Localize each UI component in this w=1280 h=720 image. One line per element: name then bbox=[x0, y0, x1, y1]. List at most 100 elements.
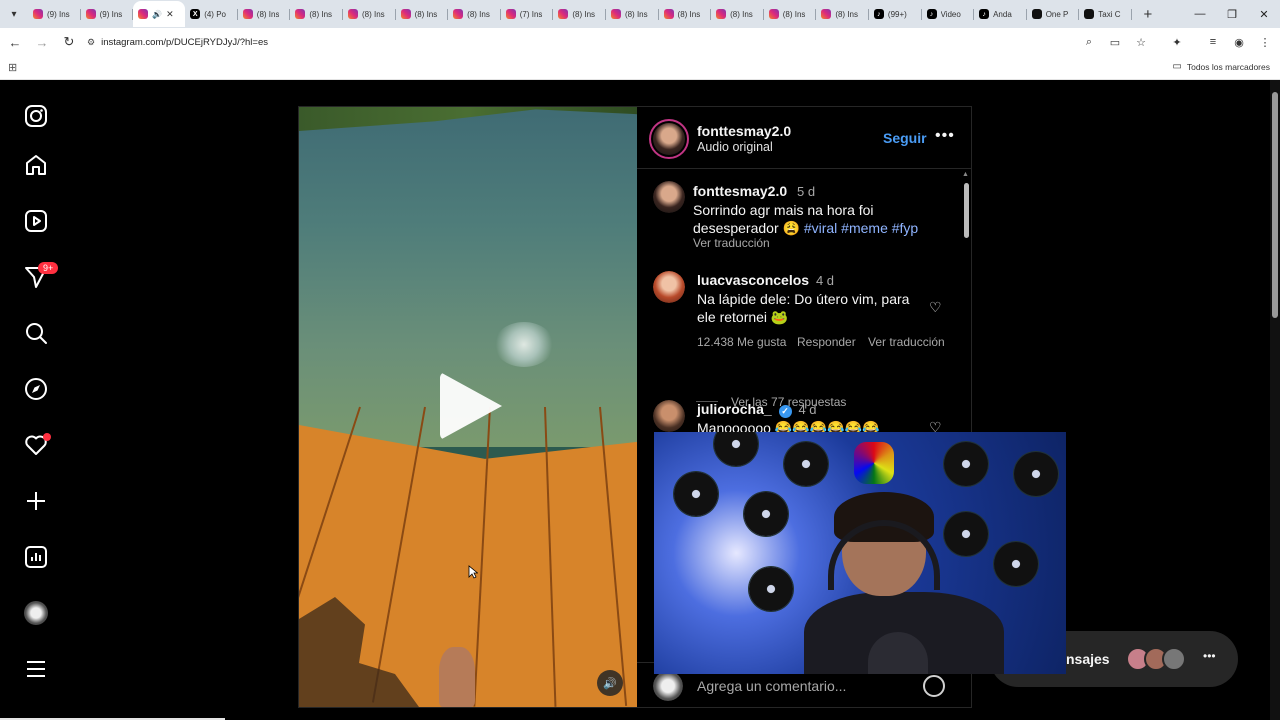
scroll-up-arrow-icon[interactable]: ▲ bbox=[962, 171, 969, 178]
browser-tab[interactable]: (8) Ins bbox=[553, 1, 606, 27]
comment-username[interactable]: juliorocha_ bbox=[697, 401, 772, 417]
volume-icon[interactable]: 🔊 bbox=[597, 670, 623, 696]
home-icon[interactable] bbox=[22, 151, 50, 179]
comment-username[interactable]: luacvasconcelos bbox=[697, 272, 809, 288]
caption-avatar[interactable] bbox=[653, 181, 685, 213]
explore-compass-icon[interactable] bbox=[22, 375, 50, 403]
back-button[interactable]: ← bbox=[3, 30, 27, 54]
browser-tab[interactable]: (8) Ins bbox=[711, 1, 764, 27]
tab-label: (8) Ins bbox=[467, 9, 490, 19]
apps-grid-icon[interactable]: ⊞ bbox=[8, 61, 17, 74]
comment-like-heart-icon[interactable]: ♡ bbox=[929, 299, 942, 316]
restore-icon[interactable]: ❐ bbox=[1216, 0, 1248, 28]
browser-tab[interactable]: (8) Ins bbox=[764, 1, 817, 27]
video-player[interactable]: 🔊 bbox=[299, 107, 637, 707]
new-tab-button[interactable]: + bbox=[1136, 6, 1160, 23]
tiktok-icon: ♪ bbox=[979, 9, 990, 19]
emoji-icon[interactable] bbox=[923, 675, 945, 697]
tab-label: Video bbox=[940, 9, 961, 19]
vinyl-disc bbox=[744, 492, 788, 536]
tab-label: (8) Ins bbox=[256, 9, 280, 19]
page-scroll-thumb[interactable] bbox=[1272, 92, 1278, 318]
tiktok-icon: ♪ bbox=[926, 9, 937, 19]
browser-tab[interactable]: (9) Ins bbox=[28, 1, 81, 27]
browser-tab[interactable]: (9) Ins bbox=[81, 1, 134, 27]
sidebar: 9+ bbox=[0, 80, 225, 720]
caption-username[interactable]: fonttesmay2.0 5 d bbox=[693, 183, 815, 199]
menu-icon[interactable]: ⋮ bbox=[1254, 31, 1276, 53]
minimize-icon[interactable]: — bbox=[1184, 0, 1216, 28]
browser-tab[interactable]: (8) Ins bbox=[396, 1, 449, 27]
create-plus-icon[interactable] bbox=[22, 487, 50, 515]
tab-label: (8) Ins bbox=[730, 9, 753, 19]
browser-tab[interactable]: (8) Ins bbox=[238, 1, 291, 27]
browser-tab[interactable]: (8) Ins bbox=[343, 1, 396, 27]
tab-search-icon[interactable]: ▾ bbox=[0, 0, 28, 28]
browser-tab[interactable]: 🔊 ✕ bbox=[133, 1, 186, 27]
more-options-icon[interactable]: ••• bbox=[935, 127, 955, 145]
url-field[interactable]: ⚙ instagram.com/p/DUCEjRYDJyJ/?hl=es bbox=[87, 31, 1078, 53]
browser-tab[interactable]: (8) Ins bbox=[659, 1, 712, 27]
tab-strip: (9) Ins (9) Ins 🔊 ✕ X (4) Po (8) Ins (8) Ins (8)… bbox=[28, 1, 1132, 27]
cast-icon[interactable]: ▭ bbox=[1104, 31, 1126, 53]
tab-label: One P bbox=[1045, 9, 1069, 19]
follow-button[interactable]: Seguir bbox=[883, 130, 927, 146]
search-icon[interactable] bbox=[22, 319, 50, 347]
audio-label[interactable]: Audio original bbox=[697, 140, 773, 154]
browser-tab[interactable]: (8) Ins bbox=[290, 1, 343, 27]
page-scrollbar[interactable] bbox=[1270, 80, 1280, 720]
vinyl-disc bbox=[994, 542, 1038, 586]
browser-tab[interactable]: (8) Ins bbox=[448, 1, 501, 27]
extensions-icon[interactable]: ✦ bbox=[1166, 31, 1188, 53]
author-avatar[interactable] bbox=[649, 119, 689, 159]
comment-reply-button[interactable]: Responder bbox=[797, 335, 856, 349]
caption-username-text[interactable]: fonttesmay2.0 bbox=[693, 183, 787, 199]
reels-icon[interactable] bbox=[22, 207, 50, 235]
browser-tab[interactable]: ♪ (99+) bbox=[869, 1, 922, 27]
comment-header: juliorocha_ ✓ 4 d bbox=[697, 401, 817, 418]
post-header: fonttesmay2.0 Audio original Seguir ••• bbox=[637, 107, 971, 169]
close-window-icon[interactable]: ✕ bbox=[1248, 0, 1280, 28]
browser-tab[interactable]: ♪ Video bbox=[922, 1, 975, 27]
comment-likes[interactable]: 12.438 Me gusta bbox=[697, 335, 786, 349]
tab-close-icon[interactable]: ✕ bbox=[166, 9, 174, 20]
comment-header: luacvasconcelos 4 d bbox=[697, 272, 834, 288]
tab-audio-icon[interactable]: 🔊 bbox=[152, 10, 162, 19]
comment-time: 4 d bbox=[815, 273, 835, 288]
comment-avatar[interactable] bbox=[653, 271, 685, 303]
more-menu-icon[interactable] bbox=[22, 655, 50, 683]
caption-translate[interactable]: Ver traducción bbox=[693, 236, 770, 250]
browser-tab[interactable]: (8) Ins bbox=[816, 1, 869, 27]
rainbow-decoration bbox=[854, 442, 894, 484]
play-icon[interactable] bbox=[440, 372, 502, 440]
comment-input[interactable]: Agrega un comentario... bbox=[697, 678, 846, 694]
video-splash bbox=[494, 322, 554, 367]
comment-translate[interactable]: Ver traducción bbox=[868, 335, 945, 349]
url-text: instagram.com/p/DUCEjRYDJyJ/?hl=es bbox=[101, 36, 269, 48]
messages-avatars bbox=[1126, 647, 1186, 671]
bookmark-star-icon[interactable]: ☆ bbox=[1130, 31, 1152, 53]
forward-button[interactable]: → bbox=[30, 30, 54, 54]
reload-button[interactable]: ↻ bbox=[57, 30, 81, 54]
comment-avatar[interactable] bbox=[653, 400, 685, 432]
onepiece-icon bbox=[1031, 9, 1042, 19]
profile-icon[interactable]: ◉ bbox=[1228, 31, 1250, 53]
scroll-thumb[interactable] bbox=[964, 183, 969, 238]
dashboard-chart-icon[interactable] bbox=[22, 543, 50, 571]
site-info-icon[interactable]: ⚙ bbox=[87, 37, 95, 48]
browser-tab[interactable]: Taxi C bbox=[1079, 1, 1132, 27]
caption-hashtags[interactable]: #viral #meme #fyp bbox=[804, 220, 918, 236]
media-controls-icon[interactable]: ≡ bbox=[1202, 31, 1224, 53]
browser-tab[interactable]: (7) Ins bbox=[501, 1, 554, 27]
all-bookmarks-button[interactable]: ▭ Todos los marcadores bbox=[1172, 61, 1270, 72]
folder-icon: ▭ bbox=[1172, 61, 1182, 72]
instagram-logo-icon[interactable] bbox=[22, 102, 50, 130]
messages-more-icon[interactable]: ••• bbox=[1203, 649, 1216, 663]
browser-tab[interactable]: One P bbox=[1027, 1, 1080, 27]
profile-avatar-icon[interactable] bbox=[22, 599, 50, 627]
zoom-icon[interactable]: ⌕ bbox=[1078, 31, 1100, 53]
browser-tab[interactable]: (8) Ins bbox=[606, 1, 659, 27]
author-username[interactable]: fonttesmay2.0 bbox=[697, 123, 791, 139]
browser-tab[interactable]: X (4) Po bbox=[185, 1, 238, 27]
browser-tab[interactable]: ♪ Anda bbox=[974, 1, 1027, 27]
